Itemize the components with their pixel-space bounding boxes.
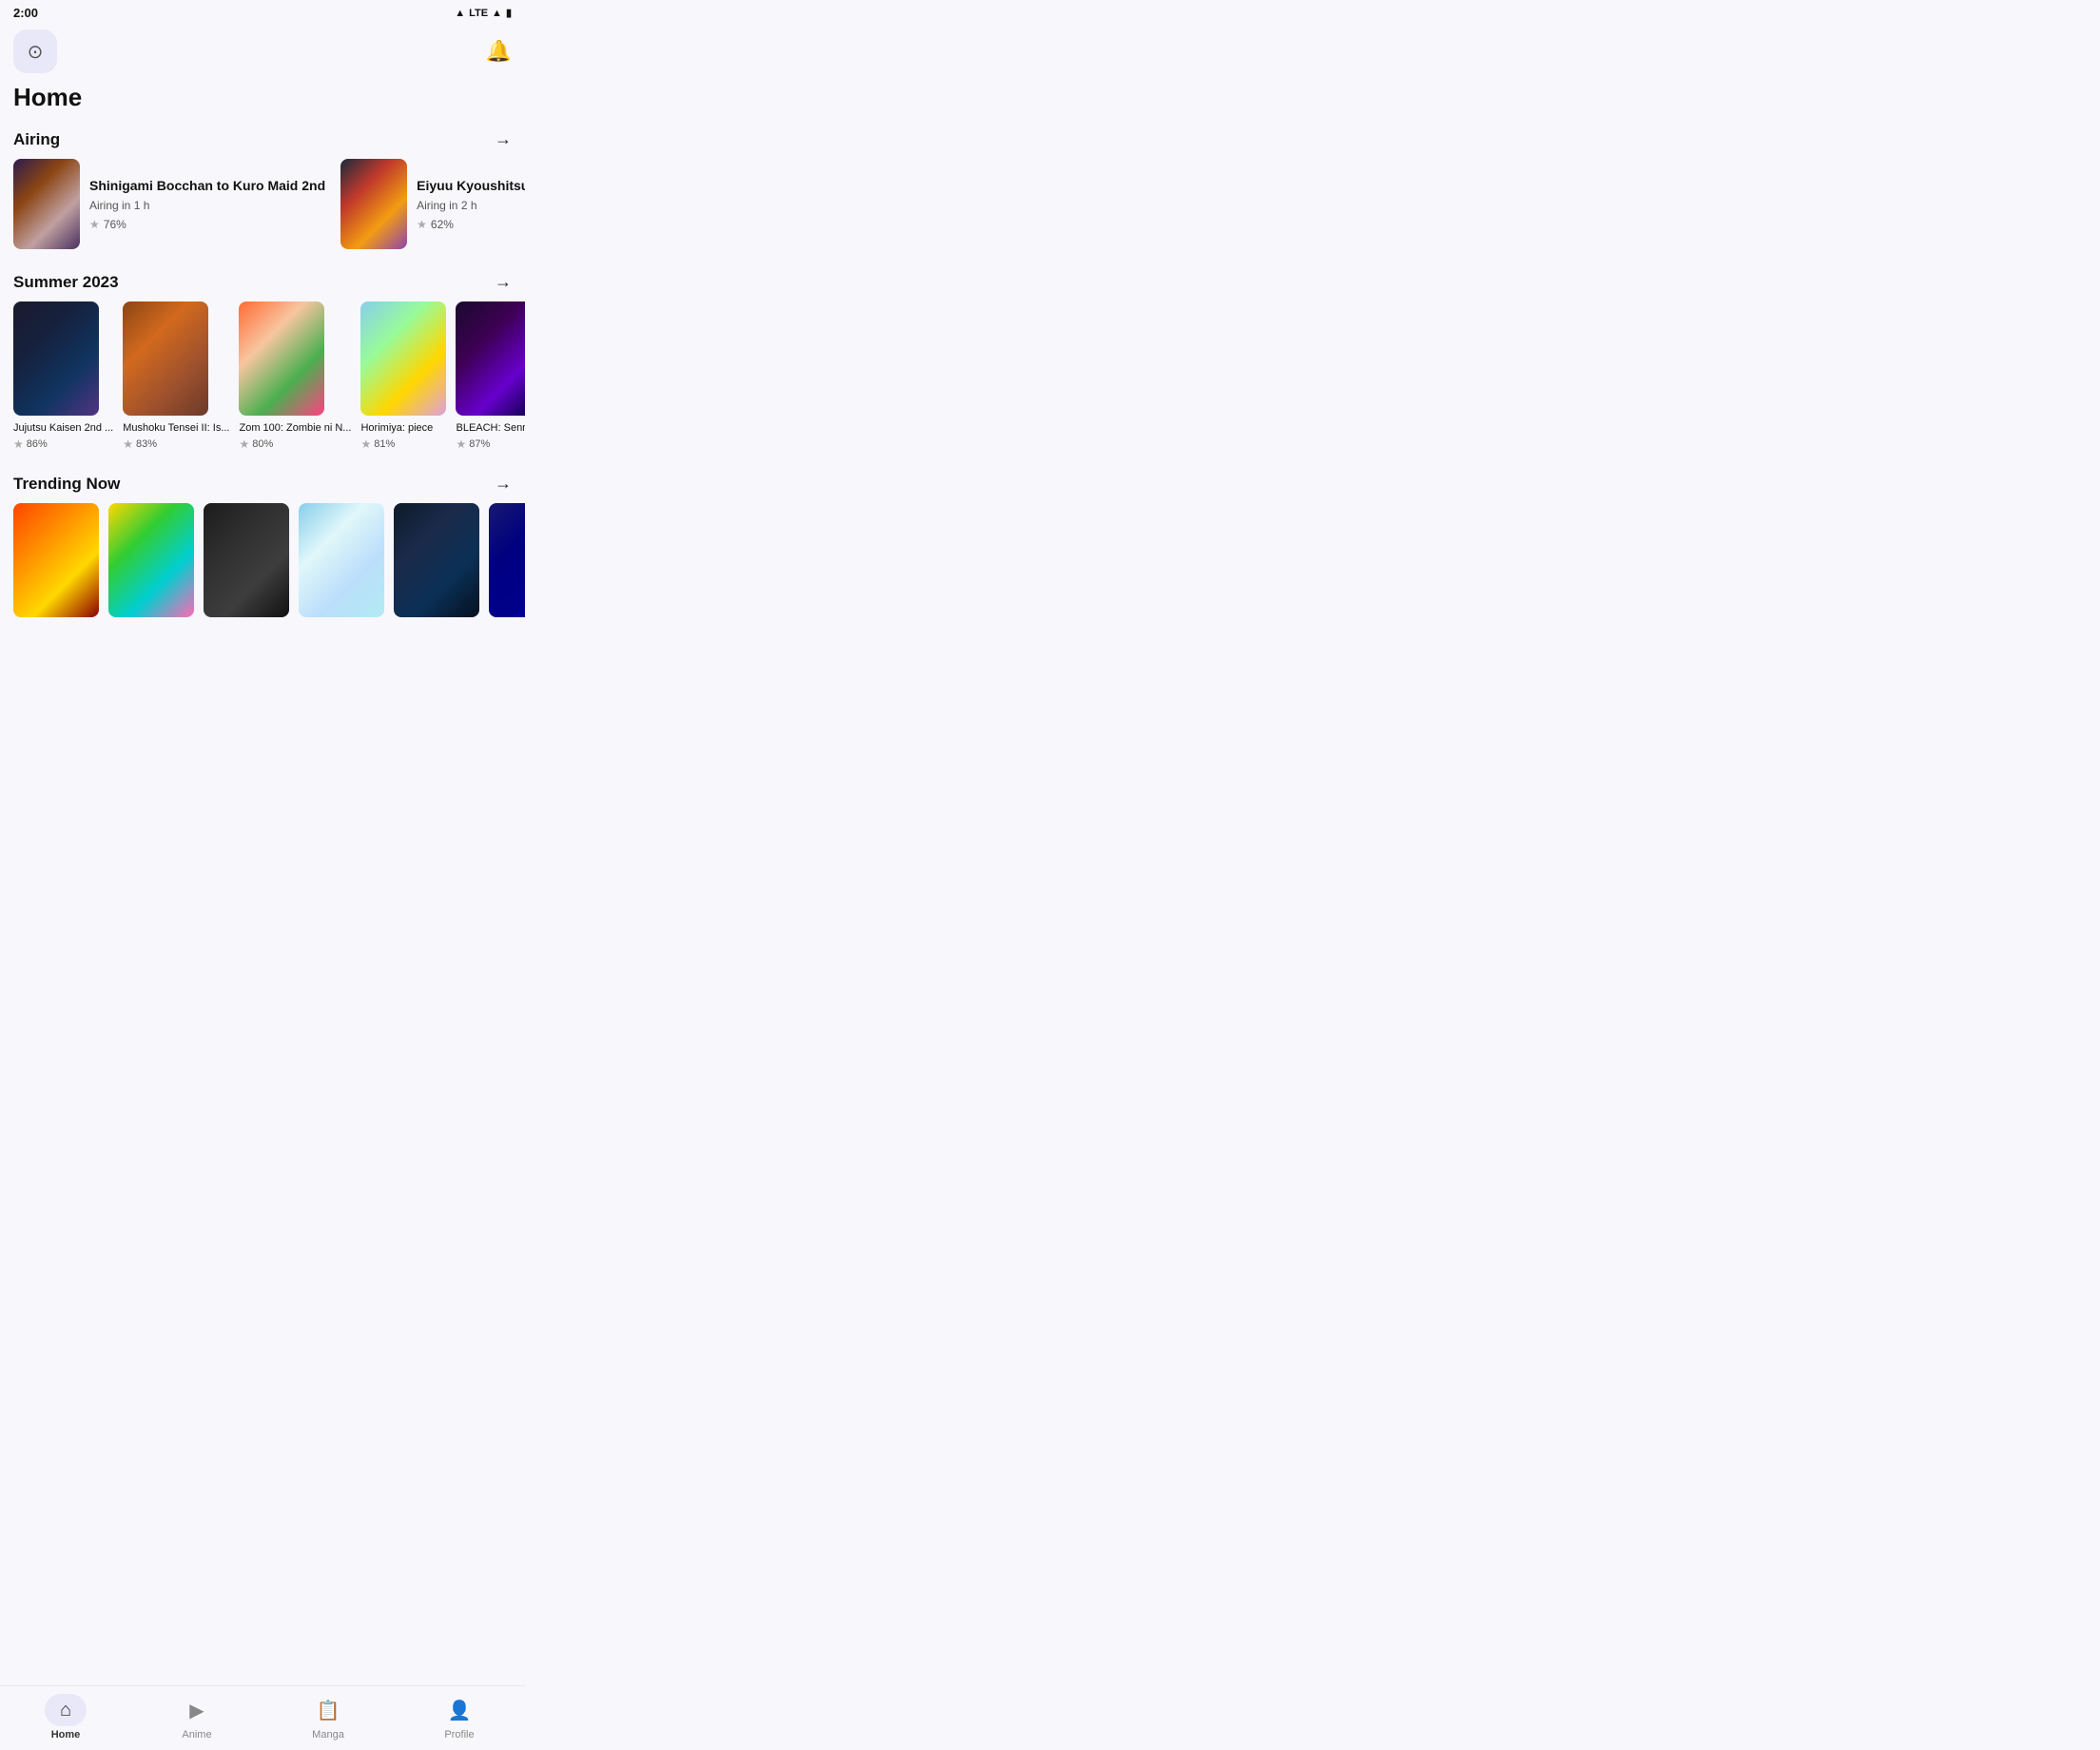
nav-anime-icon-wrap: ▶ [176, 1694, 218, 1726]
summer-star-4: ★ [456, 438, 466, 451]
trending-card-5[interactable] [489, 503, 525, 617]
airing-arrow-icon[interactable]: → [495, 129, 512, 149]
signal-icon: ▲ [492, 8, 502, 19]
airing-scroll: Shinigami Bocchan to Kuro Maid 2nd Airin… [0, 159, 525, 264]
summer-rating-0: ★ 86% [13, 438, 113, 451]
summer-star-2: ★ [239, 438, 249, 451]
nav-item-home[interactable]: ⌂ Home [37, 1694, 94, 1740]
summer-thumb-3 [360, 301, 446, 416]
manga-icon: 📋 [317, 1699, 340, 1722]
airing-rating-value-2: 62% [431, 218, 454, 231]
status-time: 2:00 [13, 6, 38, 20]
airing-card-1[interactable]: Shinigami Bocchan to Kuro Maid 2nd Airin… [13, 159, 325, 249]
summer-rating-3: ★ 81% [360, 438, 446, 451]
summer-rating-2: ★ 80% [239, 438, 351, 451]
airing-info-2: Eiyuu Kyoushitsu Airing in 2 h ★ 62% [417, 177, 525, 230]
compass-icon: ⊙ [28, 40, 44, 64]
status-bar: 2:00 ▲ LTE ▲ ▮ [0, 0, 525, 24]
trending-card-0[interactable] [13, 503, 99, 617]
summer-name-1: Mushoku Tensei II: Is... [123, 421, 229, 435]
nav-profile-icon-wrap: 👤 [438, 1694, 480, 1726]
summer-name-2: Zom 100: Zombie ni N... [239, 421, 351, 435]
summer-thumb-4 [456, 301, 525, 416]
summer-name-0: Jujutsu Kaisen 2nd ... [13, 421, 113, 435]
summer-card-3[interactable]: Horimiya: piece ★ 81% [360, 301, 446, 451]
trending-arrow-icon[interactable]: → [495, 474, 512, 494]
summer-star-3: ★ [360, 438, 371, 451]
wifi-icon: ▲ [455, 8, 465, 19]
airing-rating-2: ★ 62% [417, 218, 525, 231]
star-icon-1: ★ [89, 218, 100, 231]
summer-card-4[interactable]: BLEACH: Sennen Kes... ★ 87% [456, 301, 525, 451]
trending-section-header: Trending Now → [0, 466, 525, 503]
trending-thumb-4 [394, 503, 479, 617]
trending-thumb-1 [108, 503, 194, 617]
airing-time-1: Airing in 1 h [89, 199, 325, 212]
anime-icon: ▶ [189, 1699, 204, 1722]
notification-bell-icon[interactable]: 🔔 [486, 39, 512, 64]
trending-section-title: Trending Now [13, 475, 120, 494]
nav-profile-label: Profile [444, 1729, 474, 1740]
summer-thumb-0 [13, 301, 99, 416]
nav-manga-icon-wrap: 📋 [307, 1694, 349, 1726]
summer-scroll: Jujutsu Kaisen 2nd ... ★ 86% Mushoku Ten… [0, 301, 525, 466]
nav-anime-label: Anime [182, 1729, 211, 1740]
trending-card-4[interactable] [394, 503, 479, 617]
nav-home-label: Home [51, 1729, 81, 1740]
status-icons: ▲ LTE ▲ ▮ [455, 7, 512, 19]
summer-rating-4: ★ 87% [456, 438, 525, 451]
summer-section-title: Summer 2023 [13, 273, 119, 292]
summer-section-header: Summer 2023 → [0, 264, 525, 301]
airing-info-1: Shinigami Bocchan to Kuro Maid 2nd Airin… [89, 177, 325, 230]
battery-icon: ▮ [506, 7, 512, 19]
nav-item-anime[interactable]: ▶ Anime [168, 1694, 225, 1740]
summer-card-0[interactable]: Jujutsu Kaisen 2nd ... ★ 86% [13, 301, 113, 451]
profile-icon: 👤 [448, 1699, 472, 1722]
trending-thumb-0 [13, 503, 99, 617]
airing-card-2[interactable]: Eiyuu Kyoushitsu Airing in 2 h ★ 62% [340, 159, 525, 249]
page-title: Home [0, 81, 525, 122]
summer-name-3: Horimiya: piece [360, 421, 446, 435]
summer-star-0: ★ [13, 438, 24, 451]
trending-thumb-2 [204, 503, 289, 617]
summer-rating-1: ★ 83% [123, 438, 229, 451]
airing-rating-value-1: 76% [104, 218, 126, 231]
airing-name-1: Shinigami Bocchan to Kuro Maid 2nd [89, 177, 325, 194]
nav-manga-label: Manga [312, 1729, 344, 1740]
summer-card-1[interactable]: Mushoku Tensei II: Is... ★ 83% [123, 301, 229, 451]
summer-arrow-icon[interactable]: → [495, 272, 512, 292]
summer-star-1: ★ [123, 438, 133, 451]
trending-thumb-5 [489, 503, 525, 617]
airing-section-header: Airing → [0, 122, 525, 159]
airing-thumb-2 [340, 159, 407, 249]
bottom-nav: ⌂ Home ▶ Anime 📋 Manga 👤 Profile [0, 1685, 525, 1750]
trending-card-2[interactable] [204, 503, 289, 617]
airing-name-2: Eiyuu Kyoushitsu [417, 177, 525, 194]
airing-section-title: Airing [13, 130, 60, 149]
trending-scroll [0, 503, 525, 693]
trending-thumb-3 [299, 503, 384, 617]
lte-label: LTE [469, 8, 488, 19]
airing-thumb-1 [13, 159, 80, 249]
star-icon-2: ★ [417, 218, 427, 231]
trending-card-1[interactable] [108, 503, 194, 617]
top-bar: ⊙ 🔔 [0, 24, 525, 81]
airing-rating-1: ★ 76% [89, 218, 325, 231]
nav-item-manga[interactable]: 📋 Manga [300, 1694, 357, 1740]
nav-item-profile[interactable]: 👤 Profile [431, 1694, 488, 1740]
airing-time-2: Airing in 2 h [417, 199, 525, 212]
summer-card-2[interactable]: Zom 100: Zombie ni N... ★ 80% [239, 301, 351, 451]
summer-thumb-1 [123, 301, 208, 416]
summer-name-4: BLEACH: Sennen Kes... [456, 421, 525, 435]
summer-thumb-2 [239, 301, 324, 416]
trending-card-3[interactable] [299, 503, 384, 617]
home-icon: ⌂ [60, 1700, 71, 1721]
nav-home-icon-wrap: ⌂ [45, 1694, 87, 1726]
compass-button[interactable]: ⊙ [13, 29, 57, 73]
